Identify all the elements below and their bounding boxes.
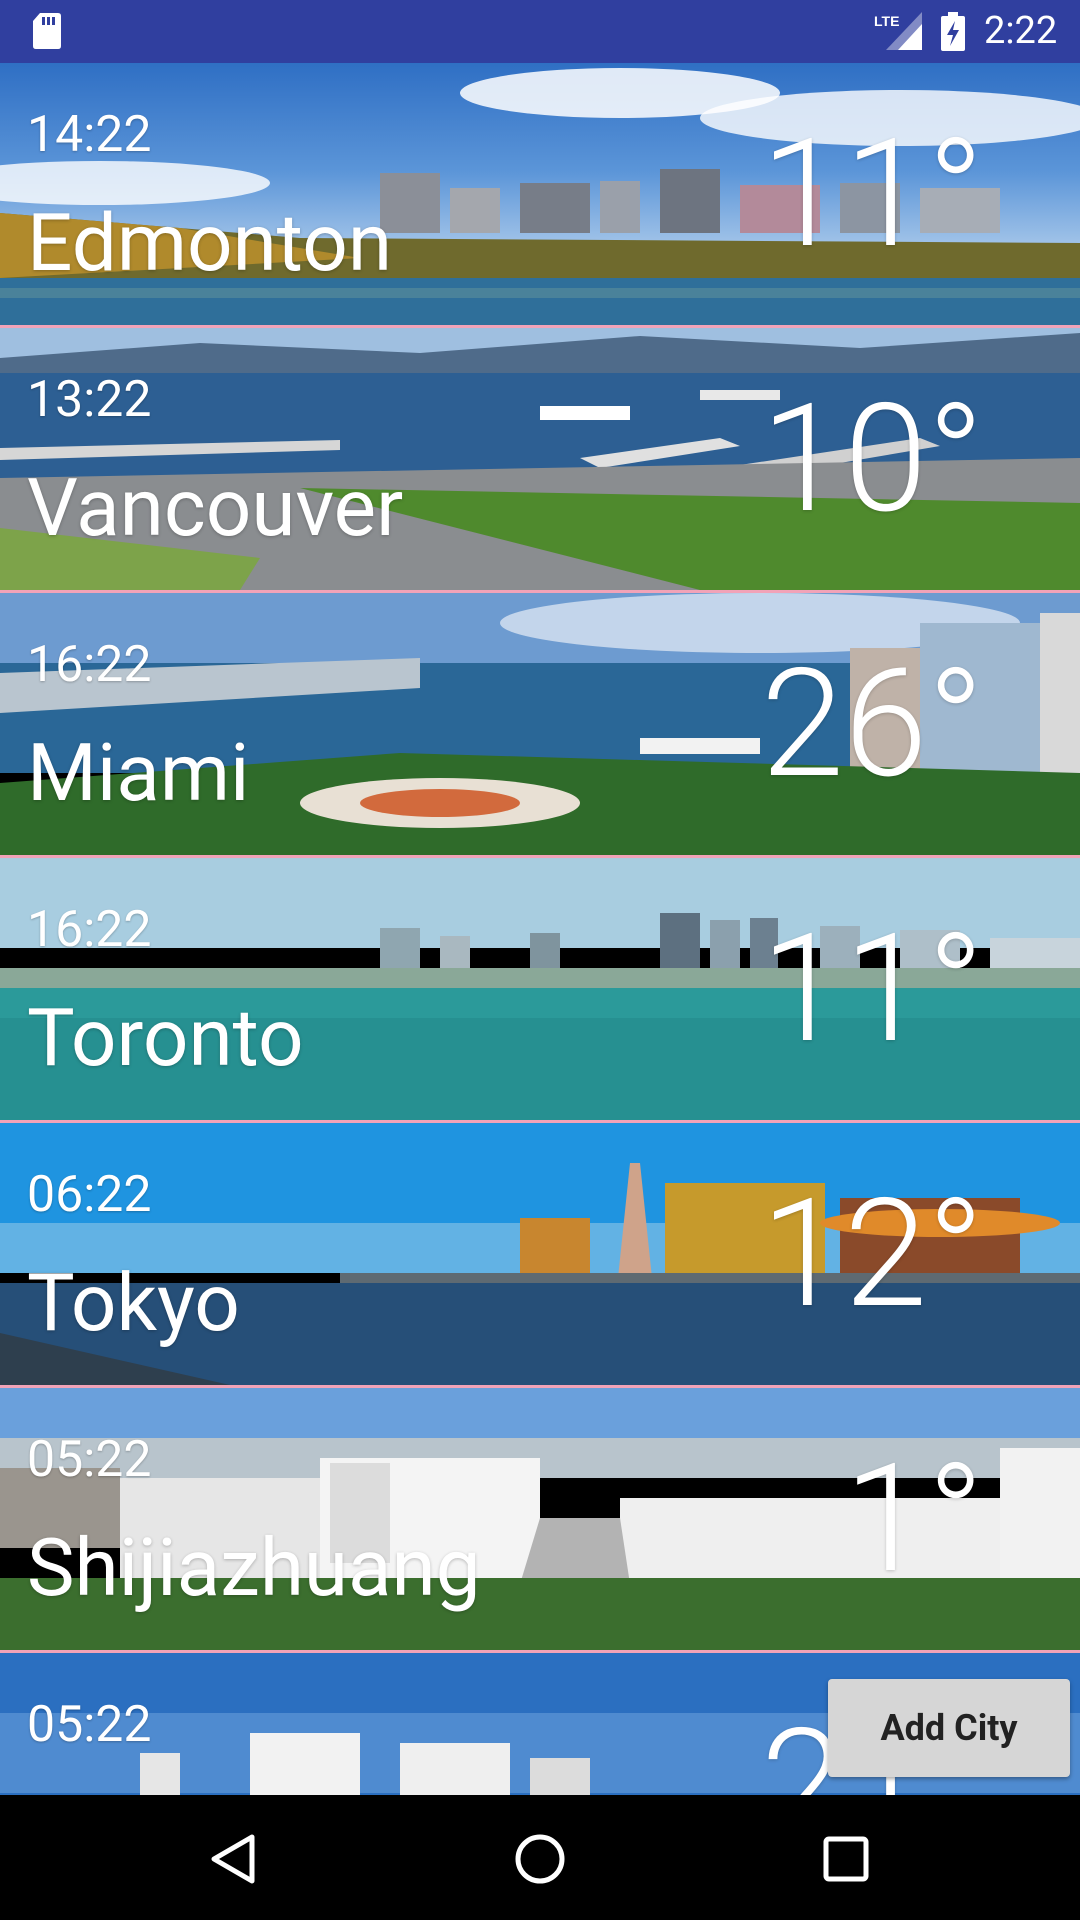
temperature: 11° xyxy=(760,901,984,1077)
temperature: 10° xyxy=(760,371,984,547)
status-bar: LTE 2:22 xyxy=(0,0,1080,63)
local-time: 06:22 xyxy=(27,1166,152,1224)
status-clock: 2:22 xyxy=(984,9,1058,53)
city-name: Tokyo xyxy=(27,1256,240,1350)
recents-icon[interactable] xyxy=(818,1831,874,1887)
city-list[interactable]: 14:22 Edmonton 11° 13:22 Vancouver 10° 1… xyxy=(0,63,1080,1795)
city-name: Vancouver xyxy=(27,461,404,555)
sd-card-icon xyxy=(33,13,61,49)
city-row-toronto[interactable]: 16:22 Toronto 11° xyxy=(0,858,1080,1123)
city-name: Edmonton xyxy=(27,196,392,290)
temperature: 11° xyxy=(760,106,984,282)
svg-text:LTE: LTE xyxy=(874,13,899,29)
temperature: 26° xyxy=(760,636,984,812)
lte-signal-icon: LTE xyxy=(874,12,922,50)
city-row-tokyo[interactable]: 06:22 Tokyo 12° xyxy=(0,1123,1080,1388)
city-row-edmonton[interactable]: 14:22 Edmonton 11° xyxy=(0,63,1080,328)
local-time: 16:22 xyxy=(27,901,152,959)
city-name: Toronto xyxy=(27,991,304,1085)
battery-charging-icon xyxy=(941,12,965,51)
city-name: Miami xyxy=(27,726,250,820)
temperature: 1° xyxy=(844,1431,984,1607)
local-time: 16:22 xyxy=(27,636,152,694)
back-icon[interactable] xyxy=(206,1831,262,1887)
city-row-vancouver[interactable]: 13:22 Vancouver 10° xyxy=(0,328,1080,593)
city-row-miami[interactable]: 16:22 Miami 26° xyxy=(0,593,1080,858)
home-icon[interactable] xyxy=(512,1831,568,1887)
local-time: 05:22 xyxy=(27,1431,152,1489)
city-row-shijiazhuang[interactable]: 05:22 Shijiazhuang 1° xyxy=(0,1388,1080,1653)
local-time: 05:22 xyxy=(27,1696,152,1754)
temperature: 12° xyxy=(760,1166,984,1342)
navigation-bar xyxy=(0,1795,1080,1920)
add-city-button[interactable]: Add City xyxy=(828,1679,1070,1777)
local-time: 14:22 xyxy=(27,106,152,164)
city-name: Shijiazhuang xyxy=(27,1521,481,1615)
local-time: 13:22 xyxy=(27,371,152,429)
